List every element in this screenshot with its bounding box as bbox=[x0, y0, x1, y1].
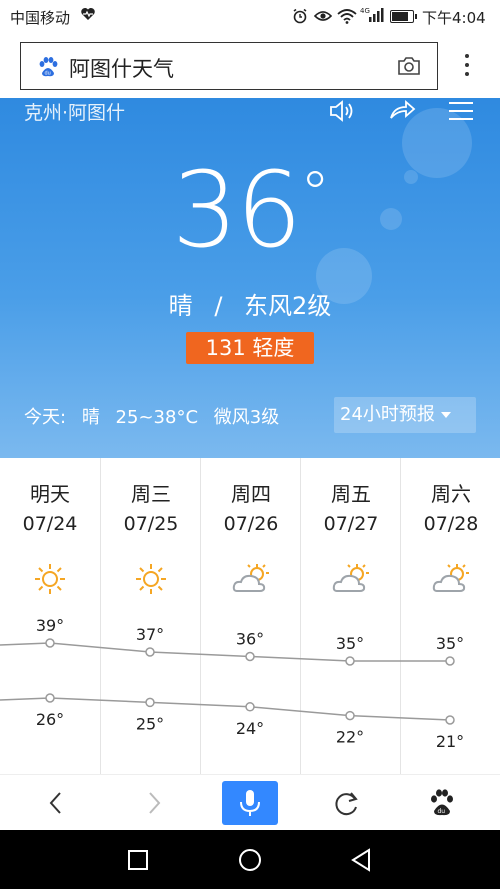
system-nav-bar bbox=[0, 830, 500, 889]
forward-icon[interactable] bbox=[126, 781, 182, 825]
svg-text:du: du bbox=[438, 808, 446, 815]
share-icon[interactable] bbox=[388, 98, 416, 122]
forecast-day[interactable]: 周六 07/28 bbox=[400, 458, 500, 774]
wind-label: 东风2级 bbox=[244, 292, 332, 320]
back-icon[interactable] bbox=[350, 848, 372, 872]
weather-panel: 克州·阿图什 36° 晴 / 东风2级 131 轻度 今天: 晴 25~38°C… bbox=[0, 98, 500, 458]
sunny-icon bbox=[30, 561, 70, 597]
browser-bottom-nav: du bbox=[0, 774, 500, 831]
partly-cloudy-icon bbox=[431, 561, 471, 597]
forecast-day[interactable]: 周三 07/25 bbox=[100, 458, 201, 774]
baidu-paw-icon: du bbox=[39, 57, 58, 77]
camera-icon[interactable] bbox=[397, 55, 421, 77]
speaker-icon[interactable] bbox=[328, 99, 356, 123]
forecast-day[interactable]: 周五 07/27 bbox=[300, 458, 401, 774]
partly-cloudy-icon bbox=[331, 561, 371, 597]
today-range: 25~38°C bbox=[115, 407, 199, 428]
status-bar: 中国移动 4G 下午4:04 bbox=[0, 0, 500, 34]
sunny-icon bbox=[131, 561, 171, 597]
back-icon[interactable] bbox=[28, 781, 84, 825]
location-label: 克州·阿图什 bbox=[24, 102, 126, 124]
condition-label: 晴 bbox=[168, 292, 193, 320]
signal-icon: 4G bbox=[360, 7, 384, 22]
forecast-day[interactable]: 周四 07/26 bbox=[200, 458, 301, 774]
forecast-day[interactable]: 明天 07/24 bbox=[0, 458, 100, 774]
forecast-24h-button[interactable]: 24小时预报 bbox=[334, 397, 476, 433]
forecast-24h-label: 24小时预报 bbox=[340, 404, 435, 425]
forecast-day-name: 周六 bbox=[431, 482, 471, 506]
microphone-icon[interactable] bbox=[222, 781, 278, 825]
home-icon[interactable] bbox=[238, 848, 262, 872]
baidu-paw-icon[interactable]: du bbox=[414, 781, 470, 825]
forecast-day-name: 周五 bbox=[331, 482, 371, 506]
forecast-day-date: 07/26 bbox=[223, 513, 279, 535]
menu-icon[interactable] bbox=[446, 100, 476, 122]
more-icon[interactable] bbox=[460, 54, 474, 80]
forecast-day-date: 07/28 bbox=[423, 513, 479, 535]
search-query: 阿图什天气 bbox=[69, 57, 174, 81]
carrier-label: 中国移动 bbox=[10, 9, 71, 27]
forecast-day-name: 周四 bbox=[231, 482, 271, 506]
forecast-day-name: 周三 bbox=[131, 482, 171, 506]
forecast-day-date: 07/24 bbox=[22, 513, 78, 535]
today-label: 今天: bbox=[24, 407, 67, 428]
recent-apps-icon[interactable] bbox=[128, 850, 148, 870]
status-time: 下午4:04 bbox=[422, 9, 486, 27]
current-condition: 晴 / 东风2级 bbox=[0, 286, 500, 321]
forecast-panel: 明天 07/24 周三 07/25 周四 07/26 周五 07/27 周六 07/28 39° 3… bbox=[0, 458, 500, 774]
current-temperature: 36° bbox=[171, 149, 330, 271]
heart-rate-icon bbox=[81, 8, 95, 20]
condition-divider: / bbox=[214, 292, 223, 320]
search-box[interactable]: du 阿图什天气 bbox=[20, 42, 438, 90]
alarm-icon bbox=[293, 8, 307, 24]
caret-down-icon bbox=[440, 412, 451, 418]
svg-text:du: du bbox=[45, 71, 51, 77]
today-condition: 晴 bbox=[81, 407, 100, 428]
wifi-icon bbox=[337, 9, 357, 24]
forecast-day-date: 07/25 bbox=[123, 513, 179, 535]
svg-text:4G: 4G bbox=[360, 7, 370, 15]
today-summary: 今天: 晴 25~38°C 微风3级 bbox=[24, 403, 289, 429]
refresh-icon[interactable] bbox=[318, 781, 374, 825]
partly-cloudy-icon bbox=[231, 561, 271, 597]
forecast-day-date: 07/27 bbox=[323, 513, 379, 535]
today-wind: 微风3级 bbox=[213, 407, 280, 428]
aqi-badge[interactable]: 131 轻度 bbox=[186, 332, 314, 364]
battery-icon bbox=[390, 10, 417, 23]
eye-icon bbox=[314, 11, 332, 21]
forecast-day-name: 明天 bbox=[30, 482, 70, 506]
browser-bar: du 阿图什天气 bbox=[0, 34, 500, 98]
